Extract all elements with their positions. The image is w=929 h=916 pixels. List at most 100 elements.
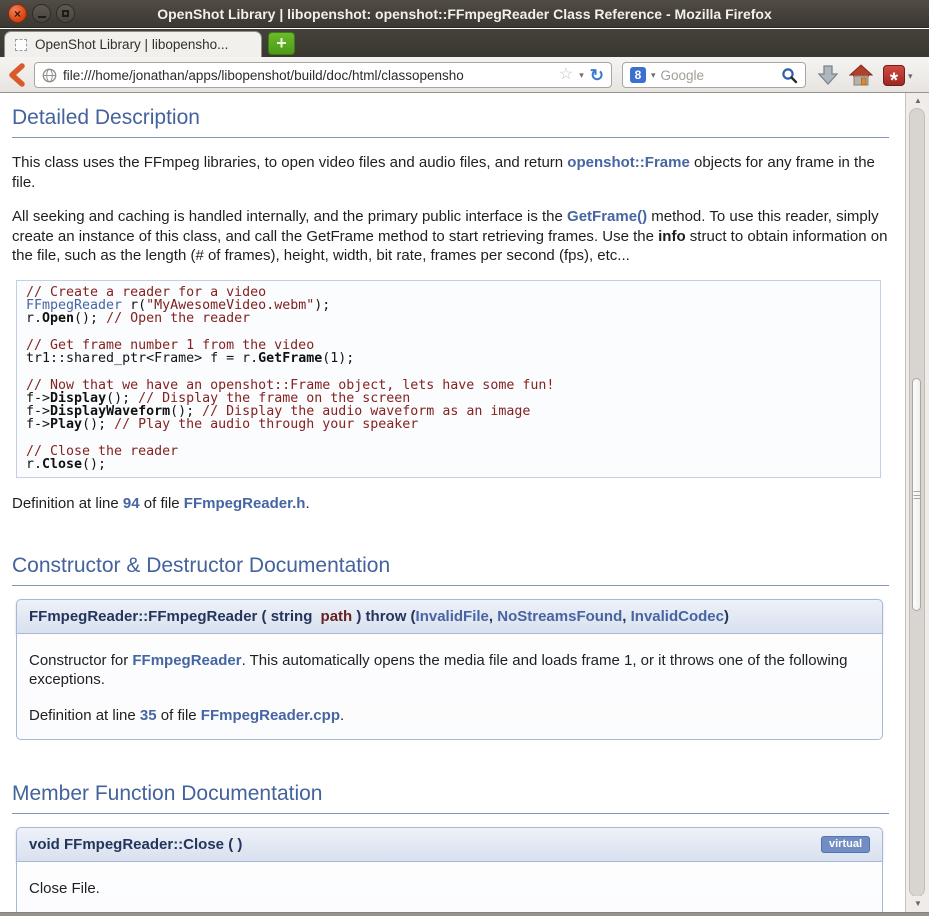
text-segment: , [489, 608, 497, 625]
extension-button[interactable]: * [883, 65, 905, 86]
code-line: f->DisplayWaveform(); // Display the aud… [26, 405, 871, 418]
scrollbar-track[interactable] [909, 108, 925, 897]
asterisk-icon: * [890, 69, 898, 86]
section-heading-member-functions: Member Function Documentation [12, 782, 889, 814]
url-bar[interactable]: file:///home/jonathan/apps/libopenshot/b… [34, 62, 612, 88]
bookmark-star-icon[interactable]: ☆ [559, 67, 573, 83]
url-dropdown-icon[interactable]: ▾ [579, 70, 584, 81]
new-tab-button[interactable]: + [268, 32, 295, 55]
tab-bar: OpenShot Library | libopensho... + [0, 29, 929, 57]
text-segment: of file [140, 495, 184, 512]
text-segment: // Play the audio through your speaker [114, 417, 418, 432]
text-segment: Close [42, 457, 82, 472]
code-line: // Now that we have an openshot::Frame o… [26, 379, 871, 392]
inline-link[interactable]: InvalidFile [416, 608, 489, 625]
scroll-down-button[interactable]: ▼ [907, 896, 929, 912]
text-segment: . [305, 495, 309, 512]
text-segment: void FFmpegReader::Close ( ) [29, 836, 242, 853]
member-item-constructor: FFmpegReader::FFmpegReader ( string path… [16, 599, 883, 740]
text-segment: ); [314, 298, 330, 313]
close-function-description: Close File. [29, 879, 870, 899]
back-button[interactable] [6, 63, 30, 87]
constructor-signature: FFmpegReader::FFmpegReader ( string path… [29, 608, 729, 625]
definition-line-constructor: Definition at line 35 of file FFmpegRead… [29, 707, 870, 724]
scroll-up-button[interactable]: ▲ [907, 93, 929, 109]
home-icon [849, 64, 873, 86]
inline-link[interactable]: FFmpegReader [132, 652, 241, 669]
inline-link[interactable]: 35 [140, 707, 157, 724]
vertical-scrollbar[interactable]: ▲ ▼ [905, 93, 929, 912]
code-line: // Create a reader for a video [26, 286, 871, 299]
extension-dropdown-icon[interactable]: ▾ [908, 71, 913, 82]
scrollbar-grip-icon [913, 491, 920, 499]
url-input[interactable]: file:///home/jonathan/apps/libopenshot/b… [63, 68, 553, 83]
section-heading-constructor-destructor: Constructor & Destructor Documentation [12, 554, 889, 586]
text-segment: ) [724, 608, 729, 625]
inline-link[interactable]: FFmpegReader.cpp [201, 707, 340, 724]
code-line: f->Play(); // Play the audio through you… [26, 418, 871, 431]
code-example-block: // Create a reader for a videoFFmpegRead… [16, 280, 881, 478]
inline-link[interactable]: InvalidCodec [631, 608, 724, 625]
inline-link[interactable]: openshot::Frame [567, 154, 690, 171]
window-bottom-edge [0, 912, 929, 916]
text-segment: This class uses the FFmpeg libraries, to… [12, 154, 567, 171]
text-segment: Play [50, 417, 82, 432]
tab-favicon-placeholder-icon [15, 39, 27, 51]
code-line [26, 325, 871, 338]
reload-icon[interactable]: ↻ [590, 67, 604, 84]
inline-link[interactable]: FFmpegReader.h [184, 495, 306, 512]
text-segment: tr1::shared_ptr<Frame> f = r. [26, 351, 258, 366]
page-content: Detailed Description This class uses the… [0, 93, 903, 912]
downloads-button[interactable] [817, 64, 839, 86]
home-button[interactable] [849, 64, 873, 86]
constructor-description: Constructor for FFmpegReader. This autom… [29, 651, 870, 690]
code-line: tr1::shared_ptr<Frame> f = r.GetFrame(1)… [26, 352, 871, 365]
text-segment: . [340, 707, 344, 724]
inline-link[interactable]: NoStreamsFound [497, 608, 622, 625]
back-arrow-icon [6, 63, 30, 87]
text-segment: ) throw ( [352, 608, 415, 625]
constructor-documentation: Constructor for FFmpegReader. This autom… [16, 634, 883, 740]
text-segment: Open [42, 311, 74, 326]
window-title: OpenShot Library | libopenshot: openshot… [0, 0, 929, 28]
text-segment: r. [26, 457, 42, 472]
constructor-prototype: FFmpegReader::FFmpegReader ( string path… [16, 599, 883, 634]
text-segment: path [321, 608, 353, 625]
close-function-prototype: void FFmpegReader::Close ( ) virtual [16, 827, 883, 862]
code-line: r.Close(); [26, 458, 871, 471]
search-input[interactable]: Google [661, 68, 776, 83]
text-segment: Definition at line [29, 707, 140, 724]
scrollbar-thumb[interactable] [912, 378, 921, 611]
virtual-badge: virtual [821, 836, 870, 853]
detailed-description-paragraph-2: All seeking and caching is handled inter… [12, 207, 889, 266]
search-bar[interactable]: 8 ▾ Google [622, 62, 806, 88]
text-segment: GetFrame [258, 351, 322, 366]
download-arrow-icon [817, 64, 839, 86]
text-segment: Constructor for [29, 652, 132, 669]
code-line: // Close the reader [26, 445, 871, 458]
tab-openshot-library[interactable]: OpenShot Library | libopensho... [4, 31, 262, 57]
text-segment: // Open the reader [106, 311, 250, 326]
text-segment: of file [157, 707, 201, 724]
text-segment: info [658, 228, 686, 245]
navigation-toolbar: file:///home/jonathan/apps/libopenshot/b… [0, 57, 929, 93]
text-segment: , [622, 608, 630, 625]
inline-link[interactable]: GetFrame() [567, 208, 647, 225]
plus-icon: + [276, 33, 287, 53]
title-bar: × OpenShot Library | libopenshot: opensh… [0, 0, 929, 28]
section-heading-detailed-description: Detailed Description [12, 106, 889, 138]
code-line: // Get frame number 1 from the video [26, 339, 871, 352]
close-function-documentation: Close File. Implements openshot::ReaderB… [16, 862, 883, 912]
detailed-description-paragraph-1: This class uses the FFmpeg libraries, to… [12, 153, 889, 192]
search-engine-dropdown-icon[interactable]: ▾ [651, 70, 656, 81]
member-item-close: void FFmpegReader::Close ( ) virtual Clo… [16, 827, 883, 912]
text-segment: (); [82, 457, 106, 472]
search-icon[interactable] [781, 67, 798, 84]
text-segment: Definition at line [12, 495, 123, 512]
text-segment: (); [74, 311, 106, 326]
code-line [26, 432, 871, 445]
google-engine-icon[interactable]: 8 [630, 67, 646, 83]
globe-icon [42, 68, 57, 83]
code-line: FFmpegReader r("MyAwesomeVideo.webm"); [26, 299, 871, 312]
inline-link[interactable]: 94 [123, 495, 140, 512]
